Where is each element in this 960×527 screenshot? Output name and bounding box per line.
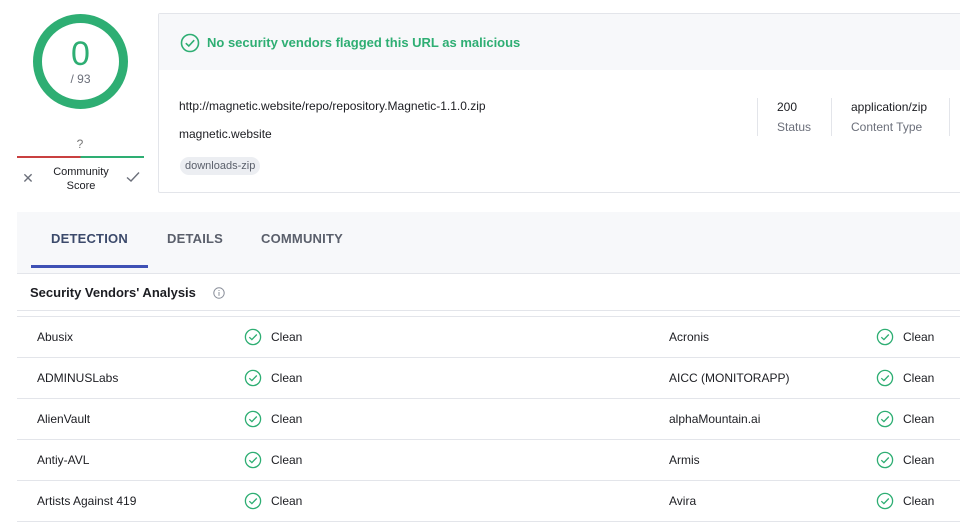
table-row: AlienVault Clean alphaMountain.ai Clean [17, 398, 960, 439]
vendor-status: Clean [271, 330, 303, 344]
meta-divider [757, 98, 758, 136]
content-type-value: application/zip [851, 100, 928, 114]
vendor-name: Armis [669, 453, 700, 467]
info-icon[interactable] [213, 287, 225, 299]
detection-count: 0 [71, 35, 90, 73]
engines-total: / 93 [70, 72, 91, 86]
vendor-name: Antiy-AVL [37, 453, 90, 467]
check-circle-icon [180, 33, 200, 53]
check-circle-icon [876, 369, 894, 387]
http-status-label: Status [777, 120, 812, 134]
table-row: ADMINUSLabs Clean AICC (MONITORAPP) Clea… [17, 357, 960, 398]
vendor-name: AlienVault [37, 412, 91, 426]
verdict-banner: No security vendors flagged this URL as … [159, 14, 960, 70]
vendor-status: Clean [903, 494, 935, 508]
check-circle-icon [876, 328, 894, 346]
community-score-label: Community Score [53, 166, 109, 192]
x-icon[interactable]: ✕ [20, 170, 36, 186]
tab-detection[interactable]: DETECTION [51, 231, 128, 246]
vendor-status: Clean [271, 371, 303, 385]
check-circle-icon [244, 451, 262, 469]
vendor-status: Clean [271, 453, 303, 467]
vendor-name: Acronis [669, 330, 710, 344]
tab-details[interactable]: DETAILS [167, 231, 223, 246]
meta-divider [949, 98, 950, 136]
table-row: Artists Against 419 Clean Avira Clean [17, 480, 960, 521]
check-circle-icon [876, 410, 894, 428]
vendor-status: Clean [271, 412, 303, 426]
section-title: Security Vendors' Analysis [30, 285, 196, 300]
vendor-name: AICC (MONITORAPP) [669, 371, 790, 385]
community-score-bar [17, 156, 144, 158]
table-row: Abusix Clean Acronis Clean [17, 316, 960, 357]
vendor-name: ADMINUSLabs [37, 371, 119, 385]
verdict-message: No security vendors flagged this URL as … [207, 35, 521, 50]
meta-divider [831, 98, 832, 136]
table-row-partial [17, 521, 960, 527]
check-circle-icon [244, 410, 262, 428]
scanned-url: http://magnetic.website/repo/repository.… [179, 99, 486, 113]
vendor-status: Clean [271, 494, 303, 508]
vendor-status: Clean [903, 371, 935, 385]
check-circle-icon [244, 492, 262, 510]
url-domain[interactable]: magnetic.website [179, 127, 272, 141]
vendor-status: Clean [903, 330, 935, 344]
check-circle-icon [244, 369, 262, 387]
table-row: Antiy-AVL Clean Armis Clean [17, 439, 960, 480]
tab-community[interactable]: COMMUNITY [261, 231, 343, 246]
vendor-name: Abusix [37, 330, 74, 344]
check-icon[interactable] [124, 168, 142, 186]
vendor-status: Clean [903, 412, 935, 426]
community-score-value: ? [76, 137, 84, 151]
vendors-table: Abusix Clean Acronis Clean ADMINUSLabs C… [17, 316, 960, 527]
vendor-status: Clean [903, 453, 935, 467]
vendor-name: Avira [669, 494, 697, 508]
url-summary-card: No security vendors flagged this URL as … [158, 13, 960, 193]
content-type-label: Content Type [851, 120, 923, 134]
check-circle-icon [244, 328, 262, 346]
http-status-value: 200 [777, 100, 798, 114]
active-tab-indicator [31, 265, 148, 268]
vendor-name: alphaMountain.ai [669, 412, 761, 426]
check-circle-icon [876, 451, 894, 469]
check-circle-icon [876, 492, 894, 510]
vendor-name: Artists Against 419 [37, 494, 137, 508]
tag-downloads-zip[interactable]: downloads-zip [180, 157, 261, 175]
section-divider [17, 310, 960, 311]
report-tabs: DETECTION DETAILS COMMUNITY [17, 212, 960, 274]
